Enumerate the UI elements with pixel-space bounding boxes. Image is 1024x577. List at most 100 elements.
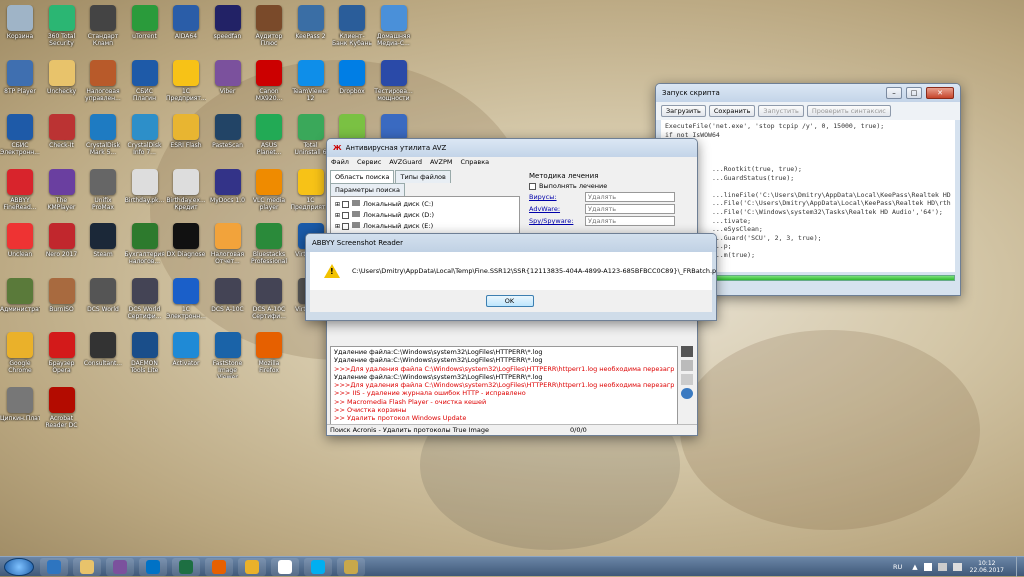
avz-log[interactable]: Удаление файла:C:\Windows\system32\LogFi…: [330, 346, 679, 435]
desktop-icon[interactable]: ASUS Planet...: [249, 114, 289, 160]
desktop-icon[interactable]: Bluestacks Professional: [249, 223, 289, 269]
desktop-icon[interactable]: MyDocs 1.0: [208, 168, 248, 215]
desktop-icon[interactable]: Acrobat Reader DC: [42, 386, 82, 433]
action-select[interactable]: Удалять: [585, 192, 675, 202]
expand-icon[interactable]: ⊞: [335, 223, 340, 230]
ok-button[interactable]: OK: [485, 295, 534, 307]
avz-titlebar[interactable]: Ж Антивирусная утилита AVZ: [327, 139, 697, 157]
tab[interactable]: Параметры поиска: [330, 183, 405, 196]
desktop-icon[interactable]: Корзина: [0, 5, 40, 51]
desktop-icon[interactable]: BurnISO: [42, 277, 82, 324]
desktop-icon[interactable]: Бухгалтерия налогов...: [125, 223, 165, 269]
tray-arrow-icon[interactable]: ▲: [912, 563, 917, 571]
taskbar-app-button[interactable]: [271, 557, 299, 576]
expand-icon[interactable]: ⊞: [335, 201, 340, 208]
desktop-icon[interactable]: Consultant...: [83, 332, 123, 378]
desktop-icon[interactable]: DCS World Сертифи...: [125, 277, 165, 324]
dialog-titlebar[interactable]: ABBYY Screenshot Reader: [306, 234, 716, 252]
tab[interactable]: Типы файлов: [395, 170, 451, 183]
desktop-icon[interactable]: Ципкин.Плат...: [0, 386, 40, 433]
desktop-icon[interactable]: 1С Предприят...: [166, 59, 206, 106]
desktop-icon[interactable]: Аудитор Плюс: [249, 5, 289, 51]
save-log-icon[interactable]: [681, 346, 694, 357]
desktop-icon[interactable]: Unclean: [0, 223, 40, 269]
drive-item[interactable]: ⊞ Локальный диск (D:): [335, 210, 515, 221]
desktop-icon[interactable]: Клиент-Банк Кубань: [332, 5, 372, 51]
desktop-icon[interactable]: Check-It: [42, 114, 82, 160]
desktop-icon[interactable]: Google Chrome: [0, 332, 40, 378]
desktop-icon[interactable]: DCS A-10C Сертифи...: [249, 277, 289, 324]
desktop-icon[interactable]: FastStone Image Viewer: [208, 332, 248, 378]
desktop-icon[interactable]: 8TP Player: [0, 59, 40, 106]
volume-icon[interactable]: [952, 562, 962, 571]
desktop-icon[interactable]: DCS A-10C: [208, 277, 248, 324]
clear-log-icon[interactable]: [681, 374, 694, 385]
start-button[interactable]: [4, 557, 34, 576]
close-button[interactable]: ✕: [926, 87, 954, 99]
taskbar-app-button[interactable]: [304, 557, 332, 576]
desktop-icon[interactable]: Браузер Opera: [42, 332, 82, 378]
save-button[interactable]: Сохранить: [708, 105, 756, 117]
desktop-icon[interactable]: 1С Предприят...: [291, 168, 331, 215]
treatment-checkbox[interactable]: [529, 182, 536, 190]
desktop-icon[interactable]: DX Diagnose: [166, 223, 206, 269]
desktop-icon[interactable]: The KMPlayer: [42, 168, 82, 215]
desktop-icon[interactable]: TeamViewer 12: [291, 59, 331, 106]
desktop-icon[interactable]: Mozilla Firefox: [249, 332, 289, 378]
minimize-button[interactable]: –: [886, 87, 902, 99]
menu-item[interactable]: Справка: [461, 158, 490, 167]
desktop-icon[interactable]: Unchecky: [42, 59, 82, 106]
script-window-titlebar[interactable]: Запуск скрипта – □ ✕: [656, 84, 960, 102]
menu-item[interactable]: Сервис: [357, 158, 381, 167]
desktop-icon[interactable]: Birthday.pk...: [125, 168, 165, 215]
flag-icon[interactable]: [923, 562, 932, 571]
abbyy-error-dialog[interactable]: ABBYY Screenshot Reader ! C:\Users\Dmitr…: [305, 233, 717, 321]
taskbar-app-button[interactable]: [139, 557, 167, 576]
desktop-icon[interactable]: Dropbox: [332, 59, 372, 106]
drive-item[interactable]: ⊞ Локальный диск (E:): [335, 221, 515, 232]
taskbar-app-button[interactable]: [205, 557, 233, 576]
drive-checkbox[interactable]: [342, 222, 350, 230]
desktop-icon[interactable]: Стандарт Кламп: [83, 5, 123, 51]
action-select[interactable]: Удалять: [585, 216, 675, 226]
clock[interactable]: 10:12 22.06.2017: [970, 560, 1004, 574]
taskbar-app-button[interactable]: [337, 557, 365, 576]
desktop-icon[interactable]: ESRI Flash: [166, 114, 206, 160]
desktop-icon[interactable]: 360 Total Security: [42, 5, 82, 51]
desktop-icon[interactable]: Steam: [83, 223, 123, 269]
desktop-icon[interactable]: Тестирова... мощности: [374, 59, 414, 106]
desktop-icon[interactable]: CrystalDisk Mark 5...: [83, 114, 123, 160]
drive-checkbox[interactable]: [342, 200, 350, 208]
desktop-icon[interactable]: uTorrent: [125, 5, 165, 51]
desktop-icon[interactable]: Activator: [166, 332, 206, 378]
desktop-icon[interactable]: DCS World: [83, 277, 123, 324]
load-button[interactable]: Загрузить: [661, 105, 706, 117]
drive-checkbox[interactable]: [342, 211, 350, 219]
desktop-icon[interactable]: DAEMON Tools Lite: [125, 332, 165, 378]
desktop-icon[interactable]: PasteScan: [208, 114, 248, 160]
desktop-icon[interactable]: speedfan: [208, 5, 248, 51]
desktop-icon[interactable]: ABBYY FineRead...: [0, 168, 40, 215]
desktop-icon[interactable]: СБИС Электронн...: [0, 114, 40, 160]
desktop-icon[interactable]: Домашняя Медиа-С...: [374, 5, 414, 51]
taskbar-app-button[interactable]: [73, 557, 101, 576]
desktop-icon[interactable]: Birthday.ex... Кредит: [166, 168, 206, 215]
action-select[interactable]: Удалять: [585, 204, 675, 214]
desktop-icon[interactable]: VLC media player: [249, 168, 289, 215]
expand-icon[interactable]: ⊞: [335, 212, 340, 219]
taskbar-app-button[interactable]: [172, 557, 200, 576]
show-desktop-button[interactable]: [1016, 556, 1024, 577]
info-icon[interactable]: [681, 388, 694, 399]
taskbar-app-button[interactable]: [238, 557, 266, 576]
maximize-button[interactable]: □: [906, 87, 922, 99]
language-indicator[interactable]: RU: [893, 563, 902, 571]
drive-item[interactable]: ⊞ Локальный диск (C:): [335, 199, 515, 210]
menu-item[interactable]: Файл: [331, 158, 349, 167]
desktop-icon[interactable]: CrystalDisk Info 7...: [125, 114, 165, 160]
desktop-icon[interactable]: KeePass 2: [291, 5, 331, 51]
menu-item[interactable]: AVZGuard: [389, 158, 422, 167]
desktop-icon[interactable]: AIDA64: [166, 5, 206, 51]
network-icon[interactable]: [937, 562, 947, 571]
taskbar-app-button[interactable]: [40, 557, 68, 576]
menu-item[interactable]: AVZPM: [430, 158, 452, 167]
